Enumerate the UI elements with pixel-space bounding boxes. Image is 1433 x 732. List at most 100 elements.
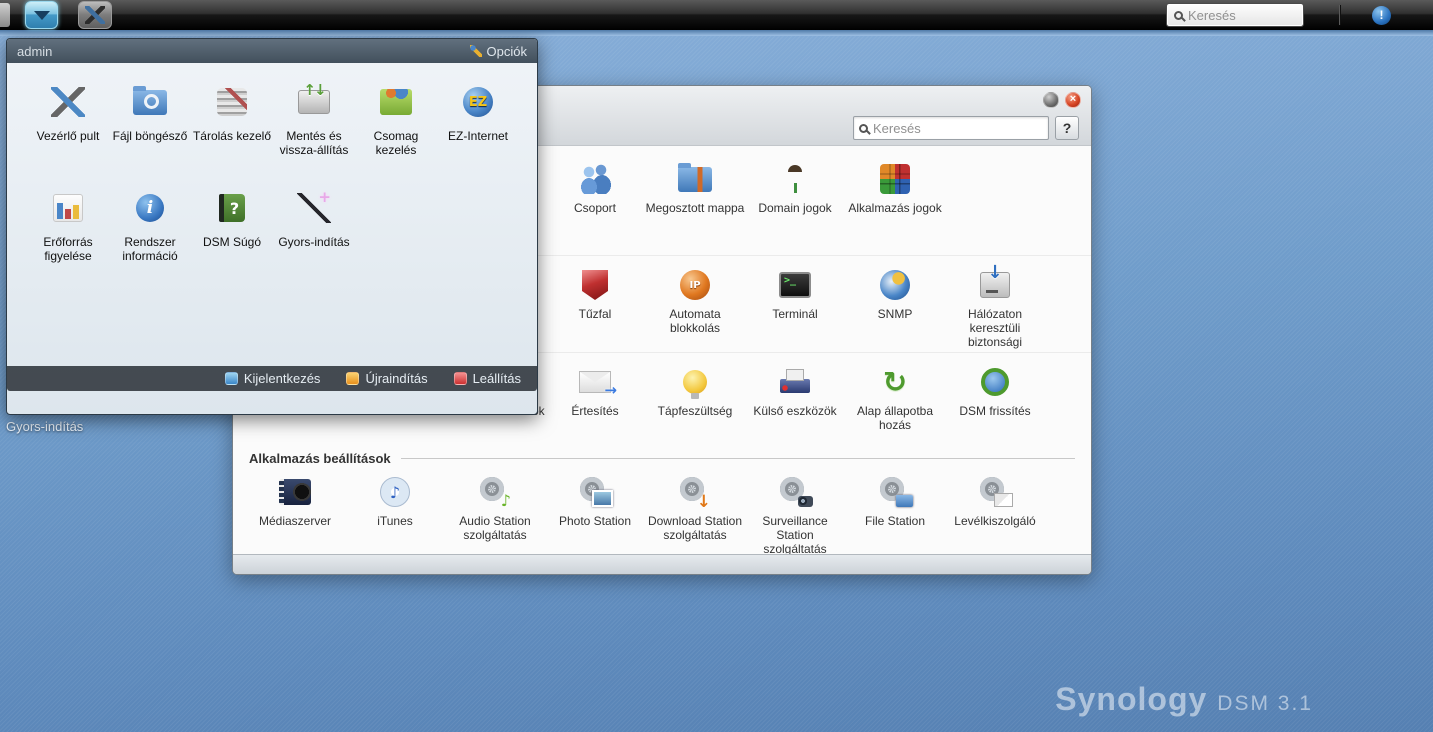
menu-item-csomag-kezeles[interactable]: Csomag kezelés bbox=[355, 79, 437, 175]
ez-internet-icon bbox=[463, 87, 493, 117]
desktop-shortcut-label[interactable]: Gyors-indítás bbox=[6, 419, 83, 434]
shutdown-button[interactable]: Leállítás bbox=[454, 371, 521, 386]
minimize-button[interactable] bbox=[1043, 92, 1059, 108]
taskbar-search-box[interactable] bbox=[1167, 4, 1303, 26]
cp-item-levelkiszolgalo[interactable]: Levélkiszolgáló bbox=[945, 473, 1045, 556]
menu-item-ez-internet[interactable]: EZ-Internet bbox=[437, 79, 519, 175]
dsm-help-icon bbox=[219, 194, 245, 222]
taskbar-divider bbox=[1339, 5, 1340, 25]
cp-item-ertesites[interactable]: Értesítés bbox=[545, 363, 645, 441]
cp-item-csoport[interactable]: Csoport bbox=[545, 160, 645, 255]
options-link[interactable]: Opciók bbox=[470, 44, 527, 59]
app-settings-row: Médiaszerver iTunes Audio Station szolgá… bbox=[233, 467, 1091, 556]
desktop: Gyors-indítás Synology DSM 3.1 × ? Cs bbox=[0, 0, 1433, 732]
options-wrench-icon bbox=[470, 45, 482, 57]
cp-item-kulso-eszkozok[interactable]: Külső eszközök bbox=[745, 363, 845, 441]
cp-item-automata-blokkolas[interactable]: Automata blokkolás bbox=[645, 266, 745, 352]
shutdown-icon bbox=[454, 372, 467, 385]
auto-block-icon bbox=[680, 270, 710, 300]
terminal-icon bbox=[779, 272, 811, 298]
menu-item-eroforras-figyelese[interactable]: Erőforrás figyelése bbox=[27, 185, 109, 281]
menu-item-mentes-es-visszaallitas[interactable]: Mentés és vissza-állítás bbox=[273, 79, 355, 175]
dsm-update-icon bbox=[981, 368, 1009, 396]
cp-item-surveillance-station[interactable]: Surveillance Station szolgáltatás bbox=[745, 473, 845, 556]
brand-logo: Synology bbox=[1055, 681, 1207, 718]
cp-item-mediaszerver[interactable]: Médiaszerver bbox=[245, 473, 345, 556]
section-divider bbox=[401, 458, 1075, 459]
menu-item-tarolas-kezelo[interactable]: Tárolás kezelő bbox=[191, 79, 273, 175]
cp-item-photo-station[interactable]: Photo Station bbox=[545, 473, 645, 556]
storage-manager-icon bbox=[217, 88, 247, 116]
menu-item-fajl-bongeszo[interactable]: Fájl böngésző bbox=[109, 79, 191, 175]
logout-icon bbox=[225, 372, 238, 385]
main-menu-button[interactable] bbox=[25, 1, 58, 29]
menu-item-vezerlo-pult[interactable]: Vezérlő pult bbox=[27, 79, 109, 175]
session-actions-bar: Kijelentkezés Újraindítás Leállítás bbox=[7, 366, 537, 391]
firewall-icon bbox=[582, 270, 608, 300]
restart-button[interactable]: Újraindítás bbox=[346, 371, 427, 386]
cp-item-tuzfal[interactable]: Tűzfal bbox=[545, 266, 645, 352]
taskbar-search-input[interactable] bbox=[1188, 8, 1296, 23]
quick-start-icon bbox=[297, 193, 331, 223]
username: admin bbox=[17, 44, 52, 59]
cp-item-halozaton-keresztuli[interactable]: Hálózaton keresztüli biztonsági bbox=[945, 266, 1045, 352]
power-icon bbox=[683, 370, 707, 394]
shared-folder-icon bbox=[678, 167, 712, 192]
file-station-icon bbox=[878, 477, 912, 507]
application-privileges-icon bbox=[880, 164, 910, 194]
mail-server-icon bbox=[978, 477, 1012, 507]
tools-button[interactable] bbox=[78, 1, 112, 29]
cp-item-terminal[interactable]: Terminál bbox=[745, 266, 845, 352]
app-settings-section-header: Alkalmazás beállítások bbox=[249, 449, 1075, 467]
cp-item-download-station[interactable]: Download Station szolgáltatás bbox=[645, 473, 745, 556]
external-devices-icon bbox=[780, 369, 810, 395]
media-server-icon bbox=[279, 479, 311, 505]
cp-item-audio-station[interactable]: Audio Station szolgáltatás bbox=[445, 473, 545, 556]
menu-item-dsm-sugo[interactable]: DSM Súgó bbox=[191, 185, 273, 281]
logout-button[interactable]: Kijelentkezés bbox=[225, 371, 321, 386]
menu-item-gyors-inditas[interactable]: Gyors-indítás bbox=[273, 185, 355, 281]
cp-item-dsm-frissites[interactable]: DSM frissítés bbox=[945, 363, 1045, 441]
dsm-watermark: Synology DSM 3.1 bbox=[1055, 681, 1313, 718]
close-button[interactable]: × bbox=[1065, 92, 1081, 108]
control-panel-icon bbox=[51, 87, 85, 117]
search-icon bbox=[1174, 11, 1183, 20]
window-search-box[interactable] bbox=[853, 116, 1049, 140]
audio-station-icon bbox=[478, 477, 512, 507]
window-search-input[interactable] bbox=[873, 121, 1043, 136]
pilot-info-icon[interactable]: ! bbox=[1372, 6, 1391, 25]
surveillance-station-icon bbox=[778, 477, 812, 507]
download-station-icon bbox=[678, 477, 712, 507]
dsm-version: DSM 3.1 bbox=[1217, 692, 1313, 716]
cp-item-itunes[interactable]: iTunes bbox=[345, 473, 445, 556]
itunes-icon bbox=[380, 477, 410, 507]
user-panel-body: Vezérlő pult Fájl böngésző Tárolás kezel… bbox=[7, 63, 537, 391]
group-icon bbox=[578, 164, 612, 194]
cp-item-megosztott-mappa[interactable]: Megosztott mappa bbox=[645, 160, 745, 255]
user-menu-panel: admin Opciók Vezérlő pult Fájl böngésző … bbox=[6, 38, 538, 415]
snmp-icon bbox=[880, 270, 910, 300]
desktop-top-strip bbox=[0, 30, 1433, 36]
cp-item-domain-jogok[interactable]: Domain jogok bbox=[745, 160, 845, 255]
user-panel-header: admin Opciók bbox=[7, 39, 537, 63]
taskbar-edge-button[interactable] bbox=[0, 3, 10, 27]
file-browser-icon bbox=[133, 90, 167, 115]
tools-icon bbox=[85, 6, 105, 24]
cp-item-alkalmazas-jogok[interactable]: Alkalmazás jogok bbox=[845, 160, 945, 255]
cp-item-tapfeszultseg[interactable]: Tápfeszültség bbox=[645, 363, 745, 441]
backup-restore-icon bbox=[298, 90, 330, 114]
notification-icon bbox=[579, 371, 611, 393]
system-info-icon bbox=[136, 194, 164, 222]
section-title: Alkalmazás beállítások bbox=[249, 451, 391, 466]
cp-item-alap-allapotba-hozas[interactable]: Alap állapotba hozás bbox=[845, 363, 945, 441]
menu-item-rendszer-informacio[interactable]: Rendszer információ bbox=[109, 185, 191, 281]
domain-privileges-icon bbox=[780, 164, 810, 194]
search-icon bbox=[859, 124, 868, 133]
photo-station-icon bbox=[578, 477, 612, 507]
help-button[interactable]: ? bbox=[1055, 116, 1079, 140]
network-backup-icon bbox=[980, 272, 1010, 298]
cp-item-file-station[interactable]: File Station bbox=[845, 473, 945, 556]
window-footer bbox=[233, 554, 1091, 574]
resource-monitor-icon bbox=[53, 194, 83, 222]
cp-item-snmp[interactable]: SNMP bbox=[845, 266, 945, 352]
